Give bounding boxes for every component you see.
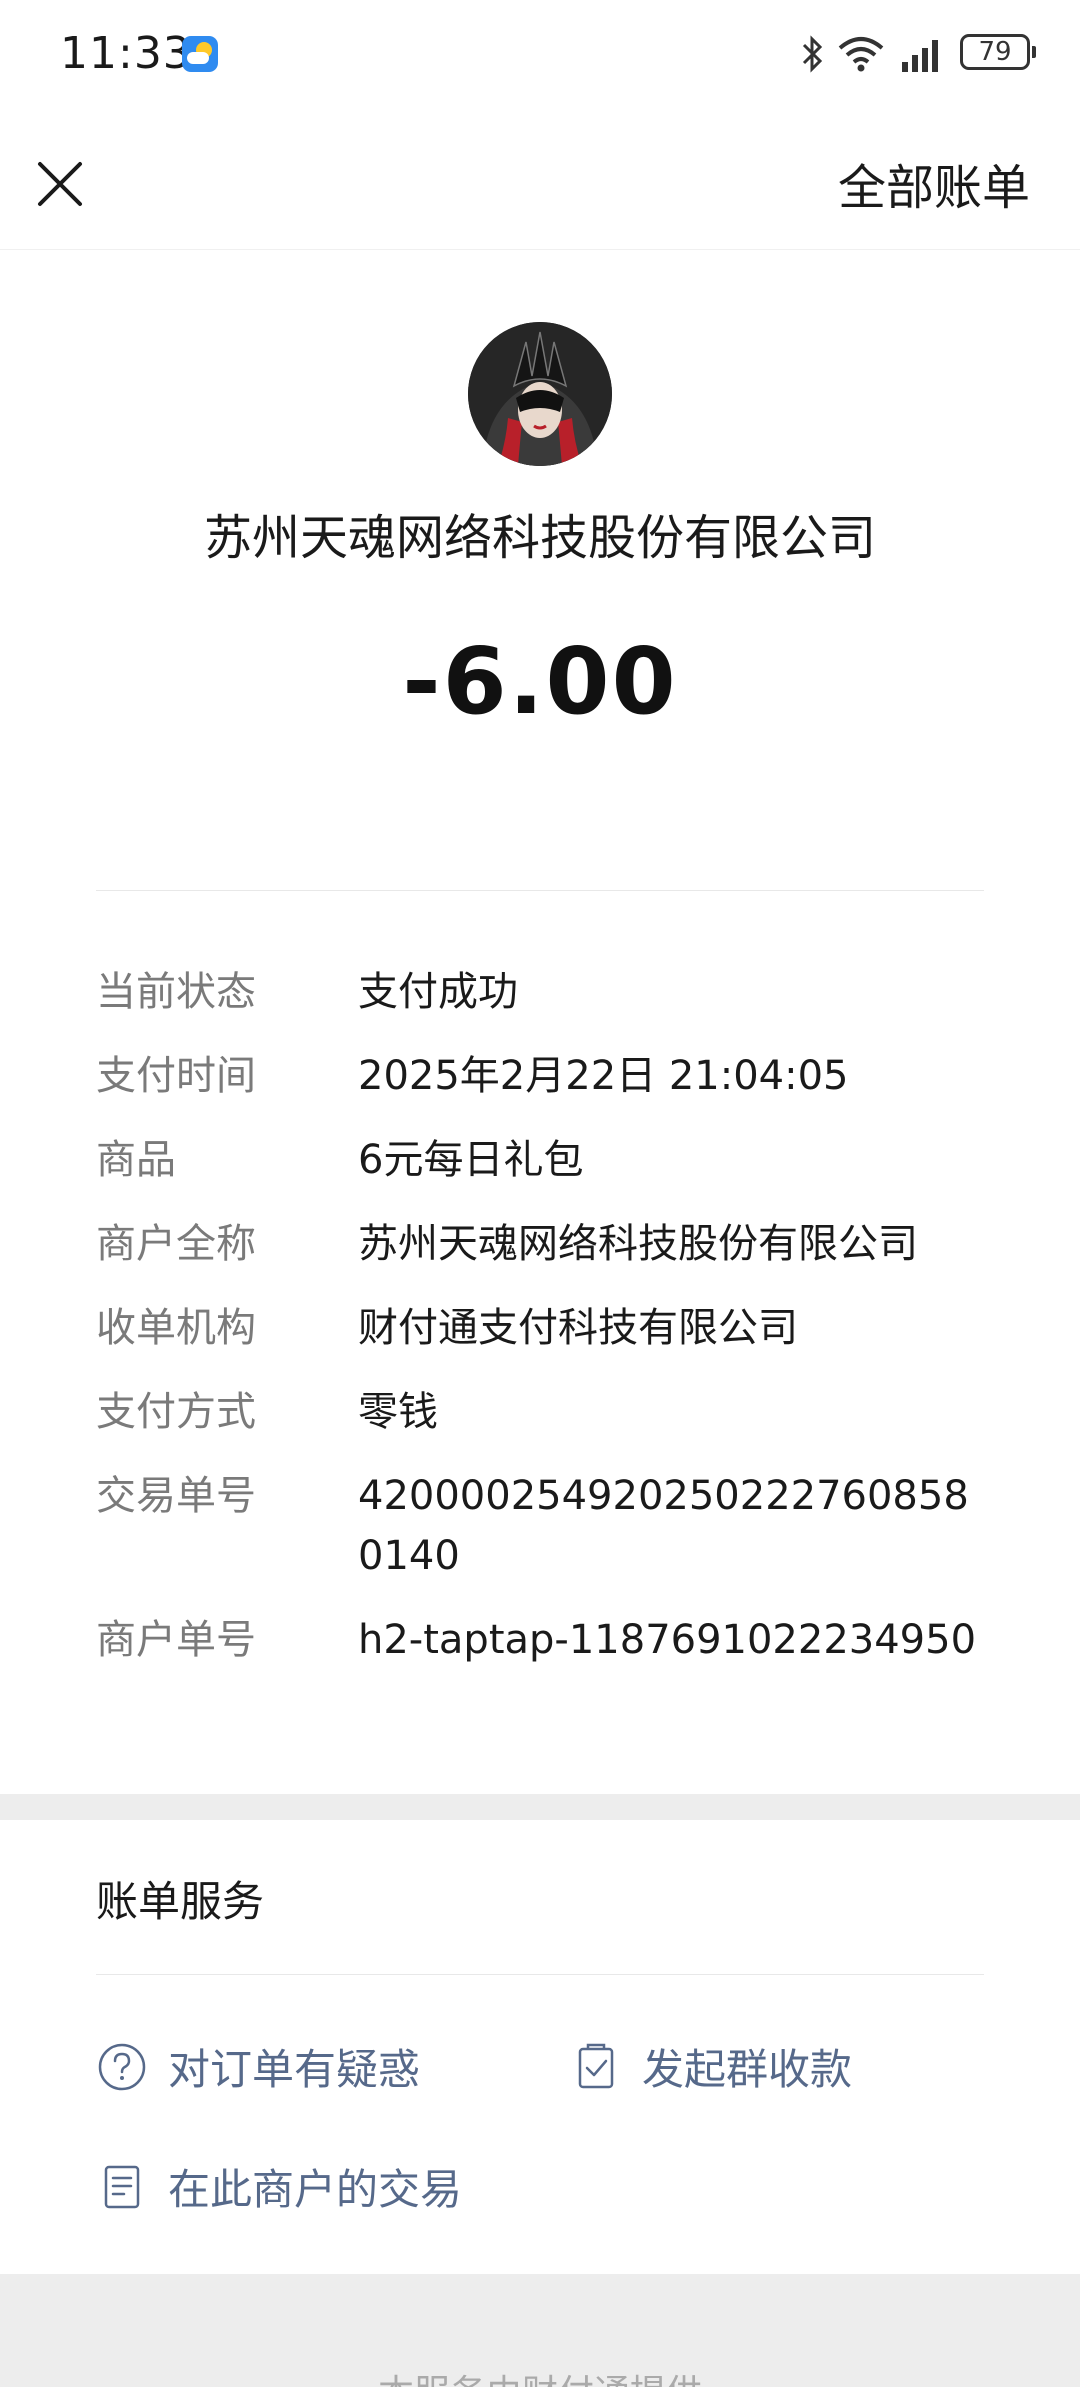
detail-label: 商户全称 <box>96 1221 256 1267</box>
detail-row-merchant: 商户全称 苏州天魂网络科技股份有限公司 <box>96 1214 984 1274</box>
detail-label: 支付时间 <box>96 1053 256 1099</box>
detail-value[interactable]: h2-taptap-1187691022234950 <box>358 1610 984 1670</box>
divider <box>96 1974 984 1975</box>
section-gap <box>0 1794 1080 1820</box>
services-title: 账单服务 <box>96 1877 265 1926</box>
detail-row-transaction-id: 交易单号 420000254920250222760858014​0 <box>96 1466 984 1586</box>
header: 全部账单 <box>0 110 1080 250</box>
close-icon[interactable] <box>30 154 90 214</box>
detail-value: 6元每日礼包 <box>358 1137 584 1183</box>
divider <box>96 890 984 891</box>
detail-row-acquirer: 收单机构 财付通支付科技有限公司 <box>96 1298 984 1358</box>
detail-row-method: 支付方式 零钱 <box>96 1382 984 1442</box>
footer: 本服务由财付通提供 <box>0 2274 1080 2387</box>
service-label: 在此商户的交易 <box>168 2165 463 2214</box>
detail-label: 商户单号 <box>96 1617 256 1663</box>
merchant-transactions-button[interactable]: 在此商户的交易 <box>96 2156 462 2217</box>
merchant-name: 苏州天魂网络科技股份有限公司 <box>203 510 876 566</box>
detail-value: 零钱 <box>358 1389 438 1435</box>
footer-text: 本服务由财付通提供 <box>0 2364 1080 2387</box>
payment-amount: -6.00 <box>402 628 678 735</box>
wifi-icon <box>838 37 884 72</box>
question-circle-icon <box>98 2043 146 2090</box>
detail-row-merchant-order-id: 商户单号 h2-taptap-1187691022234950 <box>96 1610 984 1670</box>
detail-value: 苏州天魂网络科技股份有限公司 <box>358 1221 918 1267</box>
service-label: 发起群收款 <box>642 2045 853 2094</box>
detail-value[interactable]: 420000254920250222760858014​0 <box>358 1466 984 1586</box>
detail-value: 财付通支付科技有限公司 <box>358 1305 798 1351</box>
group-collect-button[interactable]: 发起群收款 <box>570 2036 852 2097</box>
detail-value: 支付成功 <box>358 969 518 1015</box>
question-order-button[interactable]: 对订单有疑惑 <box>96 2036 420 2097</box>
service-label: 对订单有疑惑 <box>168 2045 421 2094</box>
transaction-details: 当前状态 支付成功 支付时间 2025年2月22日 21:04:05 商品 6元… <box>96 962 984 1670</box>
detail-label: 收单机构 <box>96 1305 256 1351</box>
signal-icon <box>902 40 938 72</box>
detail-label: 支付方式 <box>96 1389 256 1435</box>
detail-label: 交易单号 <box>96 1473 256 1519</box>
weather-icon <box>182 36 218 72</box>
checklist-icon <box>578 2043 614 2088</box>
detail-label: 当前状态 <box>96 969 256 1015</box>
bluetooth-icon <box>802 35 823 73</box>
detail-label: 商品 <box>96 1137 176 1183</box>
detail-row-status: 当前状态 支付成功 <box>96 962 984 1022</box>
status-time: 11:33 <box>60 28 192 79</box>
all-bills-link[interactable]: 全部账单 <box>838 148 1030 218</box>
status-bar: 11:33 79 <box>0 0 1080 110</box>
merchant-avatar <box>468 322 612 466</box>
battery-icon: 79 <box>960 34 1036 70</box>
detail-row-time: 支付时间 2025年2月22日 21:04:05 <box>96 1046 984 1106</box>
detail-value: 2025年2月22日 21:04:05 <box>358 1053 849 1099</box>
document-icon <box>104 2165 140 2208</box>
detail-row-product: 商品 6元每日礼包 <box>96 1130 984 1190</box>
status-icons: 79 <box>800 30 1080 80</box>
